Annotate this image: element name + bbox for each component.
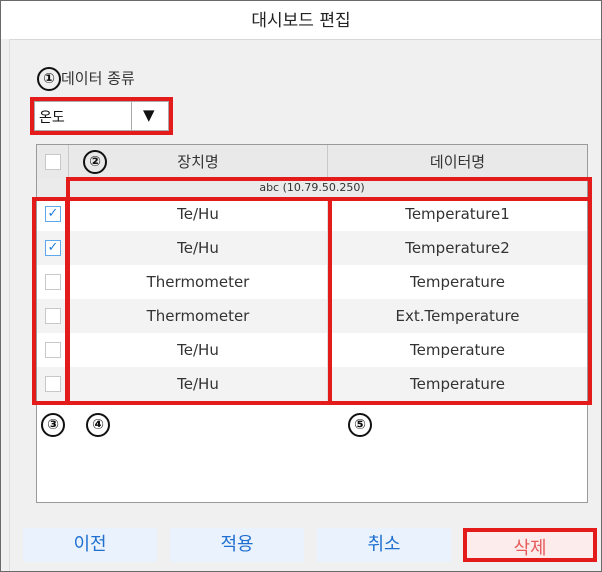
dialog-edge bbox=[1, 39, 10, 571]
marker-5: ⑤ bbox=[348, 413, 372, 437]
data-name-cell: Temperature bbox=[409, 341, 506, 359]
dialog-title: 대시보드 편집 bbox=[1, 1, 601, 40]
data-type-select[interactable]: 온도 ▼ bbox=[34, 101, 169, 131]
table-row[interactable]: Te/Hu Temperature bbox=[37, 367, 587, 401]
device-name-cell: Te/Hu bbox=[177, 375, 219, 393]
data-type-label: ① 데이터 종류 bbox=[37, 67, 135, 91]
row-checkbox[interactable] bbox=[45, 342, 61, 358]
table-header: ② 장치명 데이터명 bbox=[37, 145, 587, 180]
table-row[interactable]: ✓ Te/Hu Temperature1 bbox=[37, 197, 587, 231]
marker-4: ④ bbox=[86, 413, 110, 437]
prev-button[interactable]: 이전 bbox=[23, 528, 157, 562]
row-checkbox[interactable]: ✓ bbox=[45, 240, 61, 256]
data-name-cell: Ext.Temperature bbox=[395, 307, 520, 325]
device-data-table: ② 장치명 데이터명 abc (10.79.50.250) ✓ Te/Hu Temp… bbox=[36, 144, 588, 503]
apply-button[interactable]: 적용 bbox=[170, 528, 304, 562]
marker-1: ① bbox=[37, 67, 61, 91]
data-name-cell: Temperature2 bbox=[405, 239, 510, 257]
table-row[interactable]: ✓ Te/Hu Temperature2 bbox=[37, 231, 587, 265]
select-separator bbox=[131, 102, 132, 130]
cancel-button[interactable]: 취소 bbox=[317, 528, 451, 562]
table-row[interactable]: Thermometer Ext.Temperature bbox=[37, 299, 587, 333]
device-name-header[interactable]: 장치명 bbox=[69, 145, 327, 179]
dashboard-edit-dialog: 대시보드 편집 ① 데이터 종류 온도 ▼ ② 장치명 데이터명 abc (10.… bbox=[0, 0, 602, 572]
chevron-down-icon[interactable]: ▼ bbox=[143, 106, 155, 124]
row-checkbox[interactable] bbox=[45, 274, 61, 290]
row-checkbox[interactable]: ✓ bbox=[45, 206, 61, 222]
data-type-label-text: 데이터 종류 bbox=[61, 69, 135, 88]
data-name-header[interactable]: 데이터명 bbox=[328, 145, 587, 179]
row-checkbox[interactable] bbox=[45, 376, 61, 392]
select-all-checkbox[interactable] bbox=[45, 154, 61, 170]
delete-button[interactable]: 삭제 bbox=[463, 528, 597, 562]
device-name-cell: Thermometer bbox=[146, 273, 250, 291]
device-name-cell: Thermometer bbox=[146, 307, 250, 325]
device-group-row[interactable]: abc (10.79.50.250) bbox=[37, 179, 587, 198]
table-row[interactable]: Thermometer Temperature bbox=[37, 265, 587, 299]
table-row[interactable]: Te/Hu Temperature bbox=[37, 333, 587, 367]
device-name-cell: Te/Hu bbox=[177, 341, 219, 359]
data-name-cell: Temperature1 bbox=[405, 205, 510, 223]
device-name-cell: Te/Hu bbox=[177, 239, 219, 257]
marker-3: ③ bbox=[41, 413, 65, 437]
data-type-select-value: 온도 bbox=[39, 110, 65, 126]
data-name-cell: Temperature bbox=[409, 273, 506, 291]
device-name-cell: Te/Hu bbox=[177, 205, 219, 223]
row-checkbox[interactable] bbox=[45, 308, 61, 324]
data-name-cell: Temperature bbox=[409, 375, 506, 393]
